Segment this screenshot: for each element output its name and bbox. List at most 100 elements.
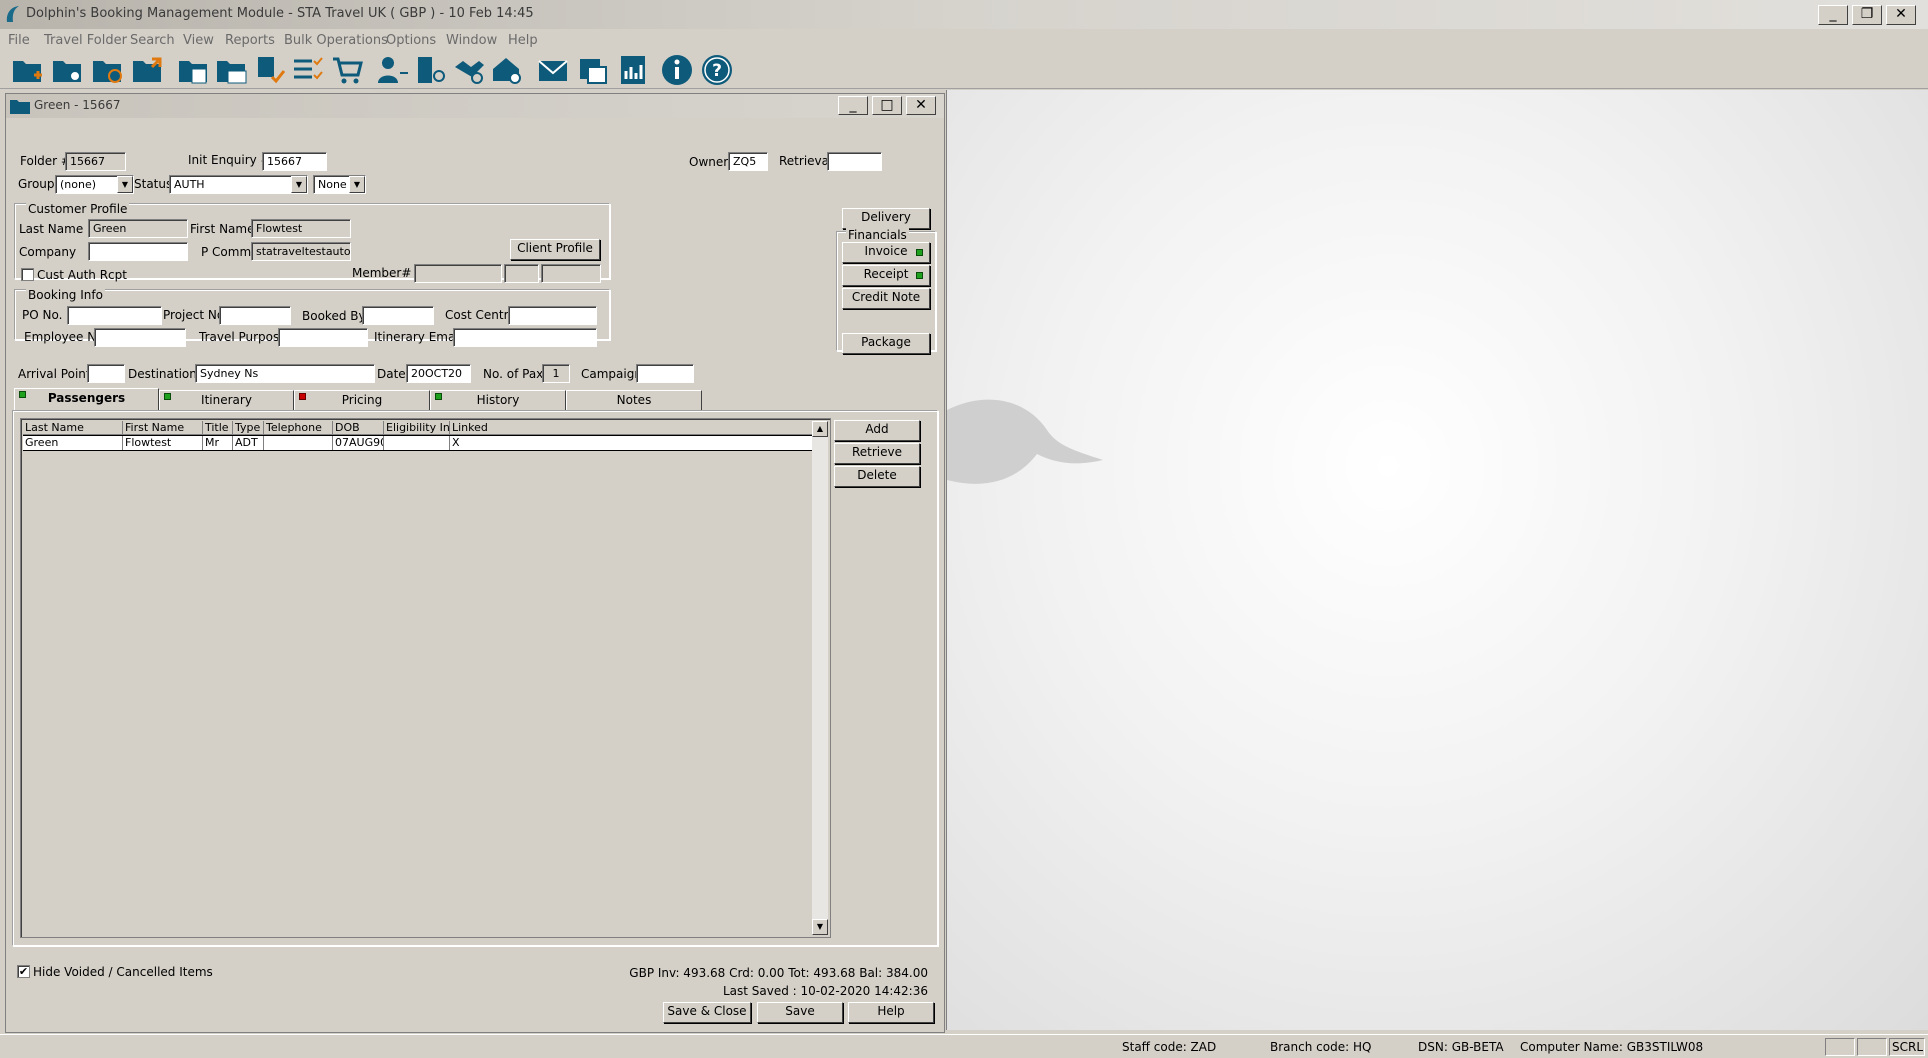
menu-options[interactable]: Options <box>386 33 436 48</box>
po-field[interactable] <box>67 306 162 325</box>
print-check-icon[interactable] <box>252 53 286 87</box>
child-maximize-button[interactable]: □ <box>872 96 902 115</box>
tasks-icon[interactable] <box>290 53 324 87</box>
menu-bulk-operations[interactable]: Bulk Operations <box>284 33 388 48</box>
help-button[interactable]: Help <box>848 1002 934 1023</box>
mdi-background <box>946 90 1928 1030</box>
tab-notes[interactable]: Notes <box>566 390 702 411</box>
scroll-down-icon[interactable]: ▼ <box>812 919 828 935</box>
export-folder-icon[interactable] <box>130 53 164 87</box>
chevron-down-icon[interactable]: ▼ <box>291 176 307 193</box>
owner-field[interactable]: ZQ5 <box>728 152 768 171</box>
cell-last-name: Green <box>23 436 123 450</box>
itinerary-email-label: Itinerary Email <box>374 330 462 344</box>
menu-search[interactable]: Search <box>130 33 175 48</box>
app-restore-button[interactable]: ❐ <box>1852 5 1882 25</box>
arrival-field[interactable] <box>87 364 125 383</box>
col-linked[interactable]: Linked <box>450 421 813 435</box>
menu-help[interactable]: Help <box>508 33 538 48</box>
retrieve-passenger-button[interactable]: Retrieve <box>834 443 920 464</box>
none-select[interactable]: None ▼ <box>313 175 366 194</box>
tab-pricing[interactable]: Pricing <box>294 390 430 411</box>
save-close-button[interactable]: Save & Close <box>663 1002 751 1023</box>
add-passenger-button[interactable]: Add <box>834 420 920 441</box>
menu-window[interactable]: Window <box>446 33 497 48</box>
client-search-icon[interactable] <box>376 53 410 87</box>
delete-passenger-button[interactable]: Delete <box>834 466 920 487</box>
mail-icon[interactable] <box>536 53 570 87</box>
cost-centre-field[interactable] <box>508 306 597 325</box>
menu-travel-folder[interactable]: Travel Folder <box>44 33 127 48</box>
hide-voided-checkbox[interactable]: ✔ <box>17 965 30 978</box>
app-title: Dolphin's Booking Management Module - ST… <box>26 6 534 21</box>
invoice-status-led <box>916 249 923 256</box>
handshake-search-icon[interactable] <box>452 53 486 87</box>
tab-passengers[interactable]: Passengers <box>14 388 159 411</box>
tab-itinerary[interactable]: Itinerary <box>159 390 294 411</box>
date-field[interactable]: 20OCT20 <box>406 364 471 383</box>
save-button[interactable]: Save <box>757 1002 843 1023</box>
col-dob[interactable]: DOB <box>333 421 384 435</box>
col-telephone[interactable]: Telephone <box>264 421 333 435</box>
owner-label: Owner <box>689 155 729 169</box>
dolphin-logo-icon <box>6 6 19 22</box>
chevron-down-icon[interactable]: ▼ <box>117 176 133 193</box>
col-type[interactable]: Type <box>233 421 264 435</box>
passengers-grid: Last Name First Name Title Type Telephon… <box>20 418 831 938</box>
project-field[interactable] <box>219 306 291 325</box>
app-close-button[interactable]: ✕ <box>1886 5 1916 25</box>
company-field[interactable] <box>88 242 188 261</box>
menu-view[interactable]: View <box>183 33 214 48</box>
search-folder-icon[interactable] <box>50 53 84 87</box>
col-first-name[interactable]: First Name <box>123 421 203 435</box>
retrieval-field[interactable] <box>827 152 882 171</box>
receipt-button[interactable]: Receipt <box>842 265 930 286</box>
group-select[interactable]: (none) ▼ <box>55 175 134 194</box>
itinerary-email-field[interactable] <box>453 328 597 347</box>
cost-centre-label: Cost Centre <box>445 308 516 322</box>
init-enquiry-field[interactable]: 15667 <box>262 152 327 171</box>
child-close-button[interactable]: ✕ <box>906 96 936 115</box>
travel-purpose-field[interactable] <box>278 328 368 347</box>
col-last-name[interactable]: Last Name <box>23 421 123 435</box>
folder-list-icon[interactable] <box>176 53 210 87</box>
cust-auth-label: Cust Auth Rcpt <box>37 268 127 282</box>
delivery-button[interactable]: Delivery <box>842 208 930 229</box>
booked-by-field[interactable] <box>362 306 434 325</box>
destination-field[interactable]: Sydney Ns <box>195 364 375 383</box>
menu-reports[interactable]: Reports <box>225 33 275 48</box>
chevron-down-icon[interactable]: ▼ <box>349 176 365 193</box>
scroll-up-icon[interactable]: ▲ <box>812 421 828 437</box>
grid-scrollbar[interactable]: ▲ ▼ <box>812 421 828 935</box>
employee-field[interactable] <box>94 328 186 347</box>
credit-note-button[interactable]: Credit Note <box>842 288 930 309</box>
house-search-icon[interactable] <box>490 53 524 87</box>
tab-history[interactable]: History <box>430 390 566 411</box>
receipt-status-led <box>916 272 923 279</box>
campaign-field[interactable] <box>636 364 694 383</box>
documents-icon[interactable] <box>576 53 610 87</box>
status-select[interactable]: AUTH ▼ <box>169 175 308 194</box>
menu-file[interactable]: File <box>8 33 30 48</box>
status-label: Status <box>134 177 173 191</box>
client-profile-button[interactable]: Client Profile <box>510 239 600 260</box>
folder-mail-icon[interactable] <box>214 53 248 87</box>
col-title[interactable]: Title <box>203 421 233 435</box>
tab-itinerary-label: Itinerary <box>201 393 252 407</box>
child-minimize-button[interactable]: _ <box>838 96 868 115</box>
cart-icon[interactable] <box>330 53 364 87</box>
invoice-button[interactable]: Invoice <box>842 242 930 263</box>
building-search-icon[interactable] <box>414 53 448 87</box>
new-folder-icon[interactable] <box>10 53 44 87</box>
last-saved-text: Last Saved : 10-02-2020 14:42:36 <box>722 984 928 998</box>
recent-folder-icon[interactable] <box>90 53 124 87</box>
help-icon[interactable]: ? <box>700 53 734 87</box>
info-icon[interactable] <box>660 53 694 87</box>
col-eligibility[interactable]: Eligibility Info <box>384 421 450 435</box>
reports-icon[interactable] <box>616 53 650 87</box>
scrl-indicator: SCRL <box>1892 1040 1924 1054</box>
app-minimize-button[interactable]: _ <box>1818 5 1848 25</box>
cust-auth-checkbox[interactable] <box>21 268 34 281</box>
package-button[interactable]: Package <box>842 333 930 354</box>
folder-window: Green - 15667 _ □ ✕ Folder # 15667 Init … <box>5 93 945 1033</box>
